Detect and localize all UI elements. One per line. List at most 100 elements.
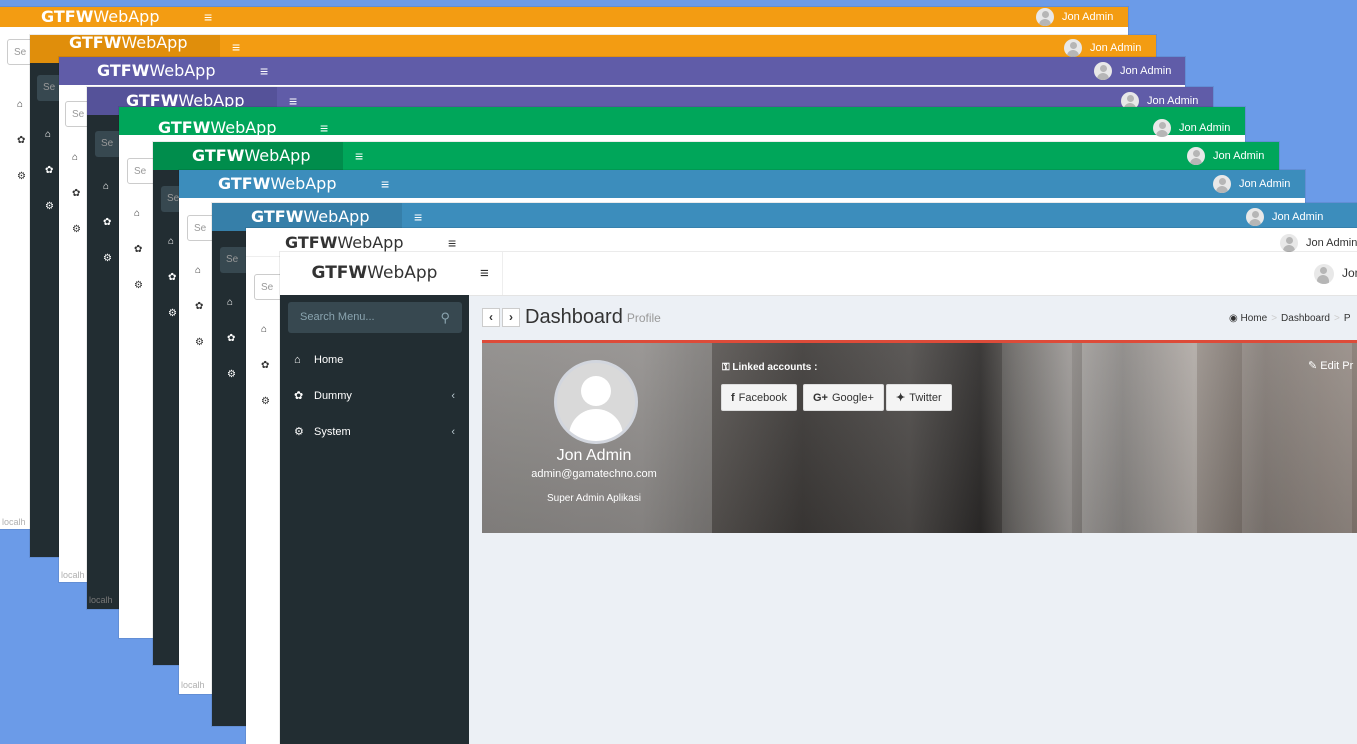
page-title: Dashboard [525,306,623,328]
gear-icon[interactable]: ⚙ [72,224,81,235]
home-icon[interactable]: ⌂ [195,265,201,276]
menu-toggle-icon[interactable]: ≡ [480,252,489,295]
paw-icon[interactable]: ✿ [17,135,25,146]
search-placeholder: Search Menu... [300,311,375,323]
profile-avatar [554,360,638,444]
brand-rest: WebApp [121,35,188,52]
forward-button[interactable]: › [502,308,520,327]
sidebar-item-label: Dummy [314,390,352,402]
user-name: Jon Admin [1213,150,1265,162]
paw-icon[interactable]: ✿ [103,217,111,228]
gear-icon[interactable]: ⚙ [168,308,177,319]
user-name: Jon Admin [1306,237,1357,249]
gear-icon[interactable]: ⚙ [195,337,204,348]
breadcrumb: ◉ Home > Dashboard > P [1229,313,1351,324]
gear-icon[interactable]: ⚙ [227,369,236,380]
brand-rest: WebApp [210,118,277,137]
bg-sidebar: Se ⌂ ✿ ⚙ [246,257,284,744]
brand-logo[interactable]: GTFWWebApp [280,252,469,295]
sidebar-item-dummy[interactable]: ✿ Dummy ‹ [280,378,469,414]
paw-icon[interactable]: ✿ [195,301,203,312]
home-icon[interactable]: ⌂ [134,208,140,219]
home-icon[interactable]: ⌂ [261,324,267,335]
search-input[interactable]: Search Menu... ⚲ [288,302,462,333]
profile-email: admin@gamatechno.com [531,468,657,480]
bg-header: GTFWWebApp ≡ Jon Admin [119,107,1245,138]
home-icon[interactable]: ⌂ [103,181,109,192]
paw-icon[interactable]: ✿ [134,244,142,255]
gear-icon[interactable]: ⚙ [261,396,270,407]
chevron-left-icon: ‹ [451,426,455,438]
google-plus-button[interactable]: G+ Google+ [803,384,884,411]
user-menu[interactable]: Jon Admin [1246,203,1323,231]
facebook-label: Facebook [738,392,787,404]
user-menu[interactable]: Jon Admin [1036,7,1113,27]
breadcrumb-home[interactable]: Home [1241,313,1268,324]
user-menu[interactable]: Jon Admin [1153,114,1230,142]
profile-card: Jon Admin admin@gamatechno.com Super Adm… [482,340,1357,533]
brand-bold: GTFW [285,233,338,252]
menu-toggle-icon[interactable]: ≡ [381,170,389,198]
menu-toggle-icon[interactable]: ≡ [414,203,422,231]
menu-toggle-icon[interactable]: ≡ [355,142,363,170]
paw-icon[interactable]: ✿ [227,333,235,344]
menu-toggle-icon[interactable]: ≡ [260,57,268,85]
menu-toggle-icon[interactable]: ≡ [204,7,212,27]
user-name: Jon Admin [1272,211,1324,223]
gear-icon[interactable]: ⚙ [134,280,143,291]
chevron-left-icon: ‹ [451,390,455,402]
gear-icon[interactable]: ⚙ [103,253,112,264]
home-icon[interactable]: ⌂ [168,236,174,247]
brand-bold: GTFW [97,61,150,80]
search-icon[interactable]: ⚲ [440,302,450,333]
user-name: Jon Admin [1239,178,1291,190]
brand-rest: WebApp [270,174,337,193]
user-menu[interactable]: Jon Admin [1187,142,1264,170]
gear-icon: ⚙ [294,426,304,438]
content-header: ‹ › Dashboard Profile [482,306,661,330]
sidebar: Search Menu... ⚲ ⌂ Home ✿ Dummy ‹ ⚙ Syst… [280,295,469,744]
gear-icon[interactable]: ⚙ [45,201,54,212]
back-button[interactable]: ‹ [482,308,500,327]
linked-accounts-label: Linked accounts : [732,362,818,373]
paw-icon[interactable]: ✿ [45,165,53,176]
home-icon[interactable]: ⌂ [72,152,78,163]
brand-rest: WebApp [303,207,370,226]
bg-sidebar: Se ⌂ ✿ ⚙ [0,27,37,529]
user-menu[interactable]: Jon Admin [1094,57,1171,85]
brand-rest: WebApp [337,233,404,252]
home-icon[interactable]: ⌂ [45,129,51,140]
menu-toggle-icon[interactable]: ≡ [320,114,328,142]
user-menu[interactable]: Jon Admin [1314,252,1357,295]
sidebar-item-home[interactable]: ⌂ Home [280,342,469,378]
twitter-label: Twitter [909,392,942,404]
paw-icon[interactable]: ✿ [168,272,176,283]
breadcrumb-dashboard[interactable]: Dashboard [1281,313,1330,324]
bg-sidebar: Se ⌂ ✿ ⚙ [30,63,67,557]
status-footer: localh [181,680,205,690]
linked-accounts-heading: ⚿ Linked accounts : [722,362,817,373]
twitter-button[interactable]: ✦ Twitter [886,384,952,411]
gear-icon[interactable]: ⚙ [17,171,26,182]
bg-sidebar: Se ⌂ ✿ ⚙ [87,115,125,609]
paw-icon: ✿ [294,390,304,402]
user-avatar-icon [1280,234,1298,253]
paw-icon[interactable]: ✿ [72,188,80,199]
user-avatar-icon [1064,39,1082,58]
home-icon[interactable]: ⌂ [227,297,233,308]
profile-name: Jon Admin [556,447,632,464]
edit-profile-button[interactable]: ✎ Edit Pr [1308,359,1353,372]
paw-icon[interactable]: ✿ [261,360,269,371]
brand-bold: GTFW [158,118,211,137]
bg-sidebar: Se ⌂ ✿ ⚙ [119,135,157,638]
bg-header: GTFWWebApp ≡ Jon Admin [179,170,1305,198]
home-icon[interactable]: ⌂ [17,99,23,110]
status-footer: localh [61,570,85,580]
brand-bold: GTFW [41,7,94,26]
header-divider [502,252,503,295]
bg-sidebar: Se ⌂ ✿ ⚙ [179,198,217,694]
bg-header: GTFWWebApp ≡ Jon Admin [0,7,1128,27]
facebook-button[interactable]: f Facebook [721,384,797,411]
user-menu[interactable]: Jon Admin [1213,170,1290,198]
sidebar-item-system[interactable]: ⚙ System ‹ [280,414,469,450]
